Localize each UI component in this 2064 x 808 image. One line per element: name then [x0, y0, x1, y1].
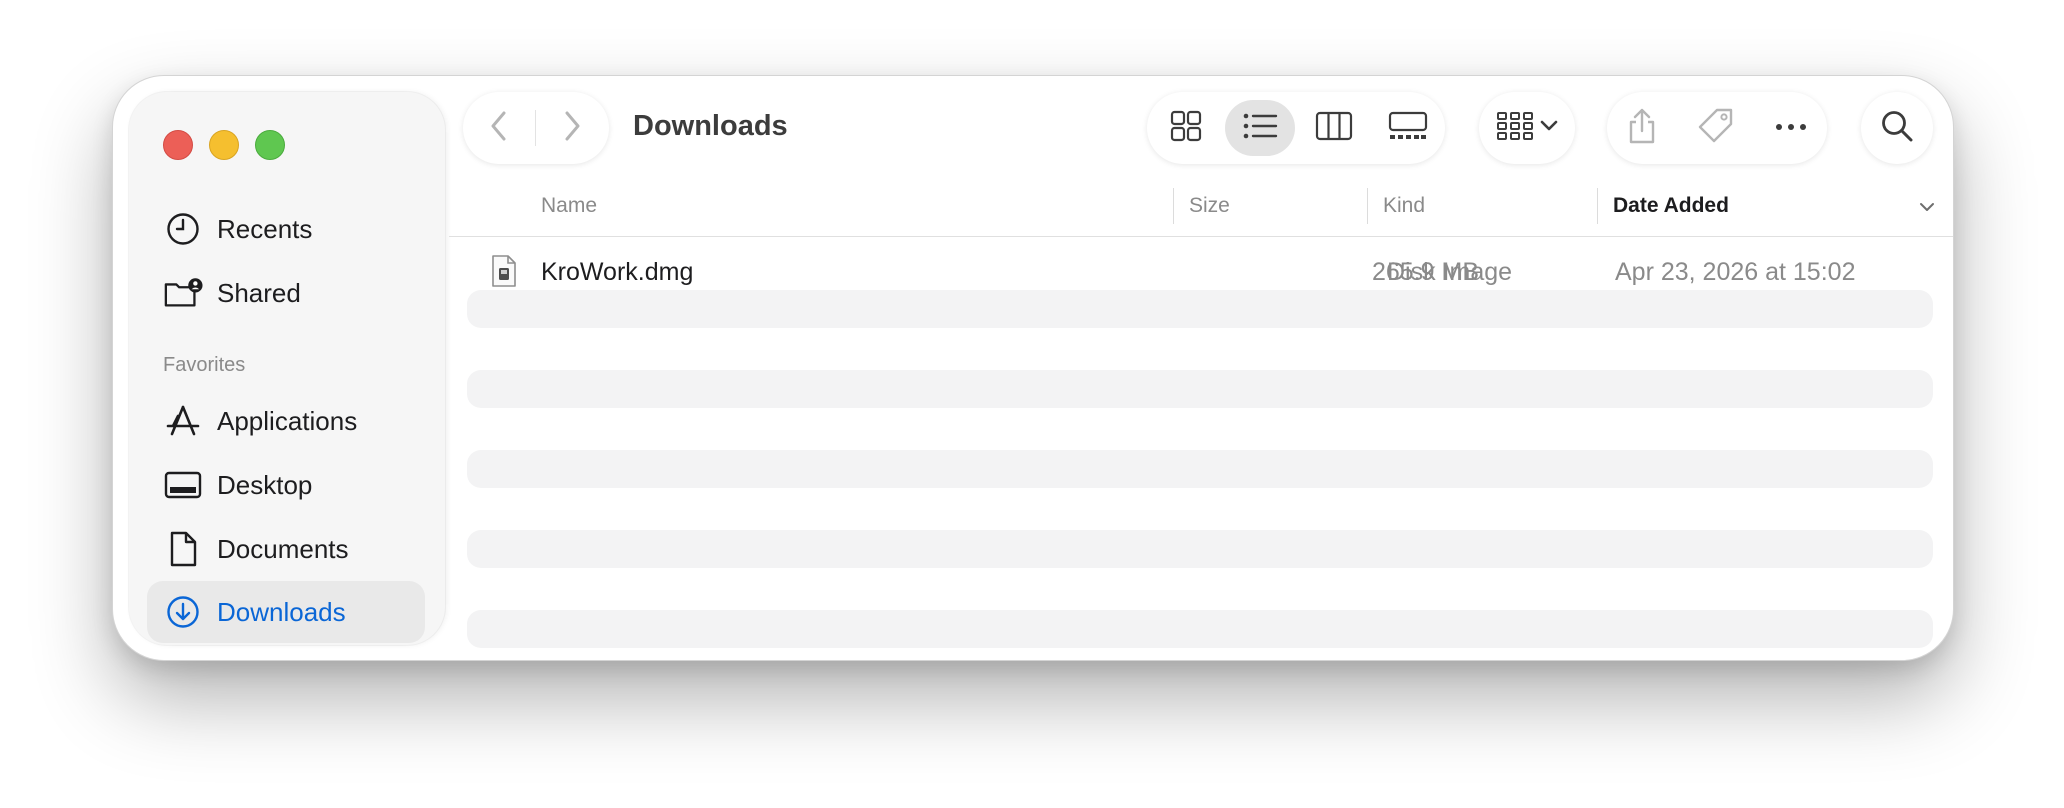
minimize-window-button[interactable]: [209, 130, 239, 160]
forward-button[interactable]: [536, 92, 608, 164]
empty-row-stripe: [467, 530, 1933, 568]
column-header-size[interactable]: Size: [1189, 194, 1230, 218]
disk-image-file-icon: [491, 254, 517, 293]
sidebar-item-label: Shared: [217, 277, 301, 308]
sidebar-item-downloads[interactable]: Downloads: [147, 581, 425, 643]
ellipsis-icon: [1775, 119, 1807, 136]
file-date-added: Apr 23, 2026 at 15:02: [1615, 257, 1856, 286]
column-header-kind[interactable]: Kind: [1383, 194, 1425, 218]
header-divider: [449, 236, 1953, 237]
column-separator[interactable]: [1367, 188, 1368, 224]
sidebar-item-desktop[interactable]: Desktop: [147, 454, 425, 516]
desktop-icon: [163, 465, 203, 505]
column-view-icon: [1315, 111, 1353, 146]
column-view-button[interactable]: [1299, 100, 1369, 156]
table-row[interactable]: KroWork.dmg 265.9 MB Disk Image Apr 23, …: [453, 250, 1943, 294]
window-title: Downloads: [633, 110, 788, 142]
search-button[interactable]: [1861, 92, 1933, 164]
clock-icon: [163, 209, 203, 249]
maximize-window-button[interactable]: [255, 130, 285, 160]
sidebar-item-documents[interactable]: Documents: [147, 518, 425, 580]
sidebar: Recents Shared Favorites Applications De…: [129, 92, 445, 645]
sidebar-item-label: Recents: [217, 213, 313, 244]
chevron-right-icon: [561, 109, 583, 148]
favorites-header: Favorites: [163, 354, 246, 376]
list-view-button[interactable]: [1225, 100, 1295, 156]
back-button[interactable]: [463, 92, 535, 164]
column-header-date-added[interactable]: Date Added: [1613, 194, 1729, 218]
finder-window: Recents Shared Favorites Applications De…: [112, 75, 1954, 661]
column-header-name[interactable]: Name: [541, 194, 597, 218]
empty-row-stripe: [467, 610, 1933, 648]
sidebar-item-recents[interactable]: Recents: [147, 198, 425, 260]
column-separator[interactable]: [1597, 188, 1598, 224]
file-kind: Disk Image: [1387, 257, 1513, 286]
sort-chevron-down-icon: [1919, 200, 1935, 218]
share-button[interactable]: [1627, 107, 1657, 150]
document-icon: [163, 529, 203, 569]
downloads-icon: [163, 592, 203, 632]
gallery-view-button[interactable]: [1373, 100, 1443, 156]
chevron-down-icon: [1540, 119, 1558, 138]
share-icon: [1627, 108, 1657, 149]
navigation-buttons: [463, 92, 609, 164]
search-icon: [1880, 109, 1914, 148]
column-separator[interactable]: [1173, 188, 1174, 224]
sidebar-item-label: Downloads: [217, 596, 346, 627]
group-by-button[interactable]: [1479, 92, 1575, 164]
empty-row-stripe: [467, 450, 1933, 488]
view-mode-switcher: [1147, 92, 1445, 164]
more-button[interactable]: [1775, 119, 1807, 137]
group-by-icon: [1496, 111, 1534, 146]
sidebar-item-label: Desktop: [217, 469, 313, 500]
icon-view-icon: [1170, 110, 1202, 147]
gallery-view-icon: [1388, 111, 1428, 146]
file-name: KroWork.dmg: [541, 257, 694, 286]
tag-icon: [1697, 108, 1735, 149]
empty-row-stripe: [467, 290, 1933, 328]
shared-folder-icon: [163, 273, 203, 313]
empty-row-stripe: [467, 370, 1933, 408]
action-buttons: [1607, 92, 1827, 164]
sidebar-item-label: Applications: [217, 405, 358, 436]
sidebar-item-label: Documents: [217, 533, 349, 564]
icon-view-button[interactable]: [1151, 100, 1221, 156]
tag-button[interactable]: [1697, 107, 1735, 150]
list-view-icon: [1242, 111, 1278, 146]
close-window-button[interactable]: [163, 130, 193, 160]
chevron-left-icon: [488, 109, 510, 148]
sidebar-item-shared[interactable]: Shared: [147, 262, 425, 324]
sidebar-item-applications[interactable]: Applications: [147, 390, 425, 452]
applications-icon: [163, 401, 203, 441]
